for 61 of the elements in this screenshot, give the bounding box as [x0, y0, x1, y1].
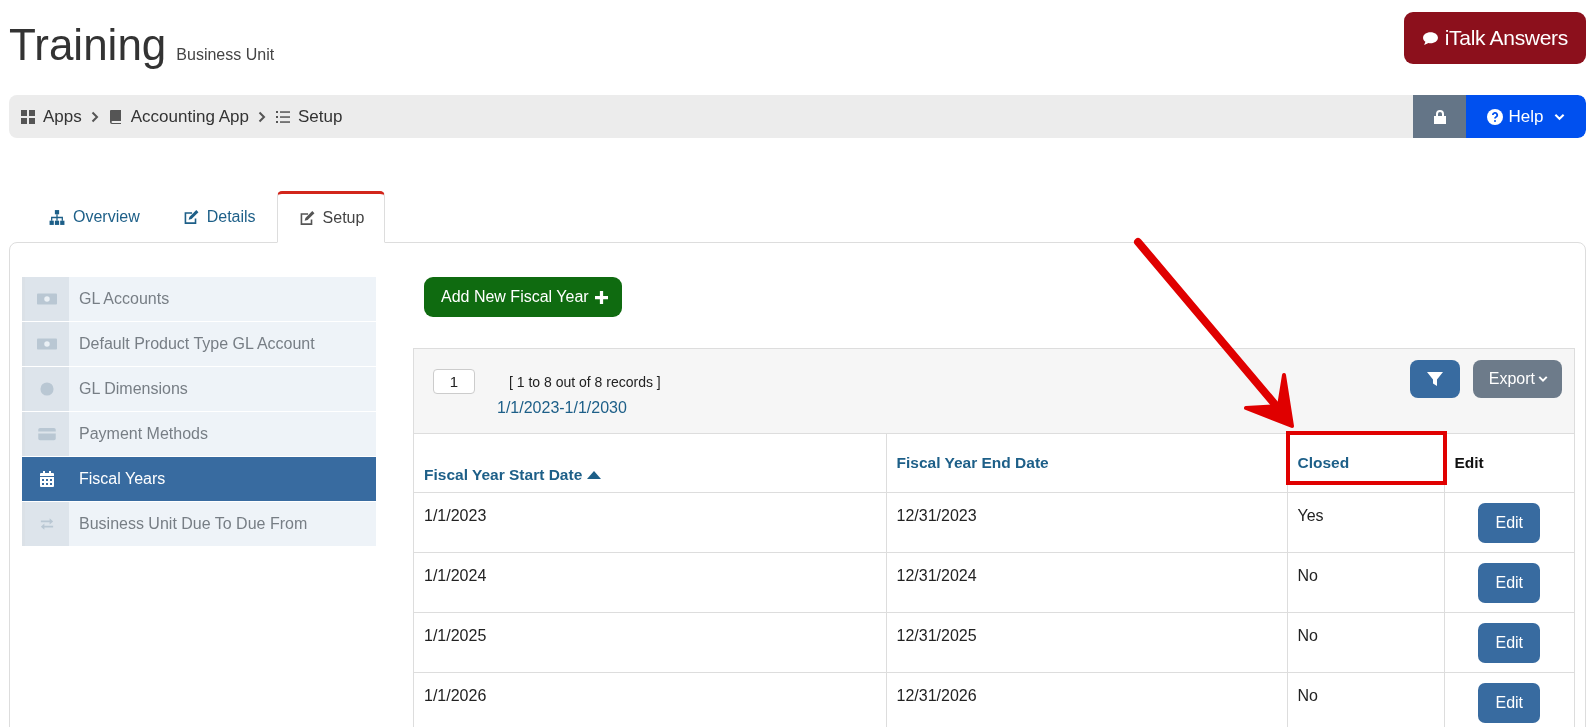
- page-title: Training: [9, 20, 167, 70]
- edit-button[interactable]: Edit: [1478, 562, 1541, 603]
- table-cell: 1/1/2023: [424, 507, 487, 524]
- table-cell: 12/31/2025: [896, 627, 977, 644]
- table-cell: 12/31/2026: [896, 687, 977, 704]
- chevron-right-icon: [257, 110, 266, 123]
- italk-answers-button[interactable]: iTalk Answers: [1403, 12, 1586, 64]
- column-header: Edit: [1454, 454, 1484, 472]
- tab[interactable]: Details: [160, 192, 277, 242]
- tab[interactable]: Overview: [27, 192, 161, 242]
- lock-button[interactable]: [1413, 95, 1466, 138]
- sitemap-icon: [48, 208, 66, 226]
- column-header[interactable]: Fiscal Year End Date: [896, 454, 1049, 472]
- column-header[interactable]: Closed: [1297, 454, 1350, 472]
- table-cell: 1/1/2024: [424, 567, 487, 584]
- table-cell: No: [1297, 627, 1318, 644]
- table-cell: No: [1297, 687, 1318, 704]
- export-button[interactable]: Export: [1472, 360, 1562, 398]
- chevron-right-icon: [90, 110, 99, 123]
- sidebar-item[interactable]: Fiscal Years: [22, 457, 376, 501]
- lock-icon: [1432, 108, 1447, 125]
- table-cell: 1/1/2025: [424, 627, 487, 644]
- table-cell: 12/31/2023: [896, 507, 977, 524]
- date-range-link[interactable]: 1/1/2023-1/1/2030: [497, 399, 661, 417]
- record-summary: [ 1 to 8 out of 8 records ]: [509, 373, 661, 390]
- sort-up-icon: [587, 471, 602, 479]
- table-cell: 12/31/2024: [896, 567, 977, 584]
- breadcrumb-link[interactable]: Accounting App: [107, 106, 249, 127]
- table-cell: 1/1/2026: [424, 687, 487, 704]
- banknote-icon: [37, 292, 57, 306]
- plus-icon: [594, 290, 608, 304]
- edit-button[interactable]: Edit: [1478, 502, 1541, 543]
- add-fiscal-year-button[interactable]: Add New Fiscal Year: [424, 277, 622, 317]
- sidebar-item[interactable]: Business Unit Due To Due From: [22, 502, 376, 546]
- table-cell: No: [1297, 567, 1318, 584]
- filter-icon: [1426, 371, 1443, 387]
- credit-card-icon: [37, 427, 57, 441]
- edit-button[interactable]: Edit: [1478, 622, 1541, 663]
- table-cell: Yes: [1297, 507, 1324, 524]
- chevron-down-icon: [1554, 112, 1566, 121]
- sidebar-item[interactable]: Default Product Type GL Account: [22, 322, 376, 366]
- book-icon: [107, 108, 124, 125]
- sidebar-item[interactable]: Payment Methods: [22, 412, 376, 456]
- page-subtitle: Business Unit: [176, 46, 275, 64]
- column-header[interactable]: Fiscal Year Start Date: [424, 466, 602, 484]
- calendar-icon: [40, 471, 54, 487]
- help-button[interactable]: Help: [1466, 95, 1586, 138]
- sidebar-item[interactable]: GL Accounts: [22, 277, 376, 321]
- grid-icon: [20, 108, 36, 125]
- page-number-field[interactable]: 1: [433, 369, 475, 394]
- banknote-icon: [37, 337, 57, 351]
- tab[interactable]: Setup: [276, 191, 386, 243]
- list-icon: [274, 108, 291, 125]
- edit-button[interactable]: Edit: [1478, 682, 1541, 723]
- help-icon: [1486, 108, 1503, 125]
- filter-button[interactable]: [1409, 360, 1460, 398]
- breadcrumb-link[interactable]: Setup: [274, 106, 343, 127]
- breadcrumb-link[interactable]: Apps: [20, 106, 82, 127]
- chat-bubble-icon: [1421, 30, 1439, 46]
- chevron-down-icon: [1538, 375, 1548, 383]
- sidebar-item[interactable]: GL Dimensions: [22, 367, 376, 411]
